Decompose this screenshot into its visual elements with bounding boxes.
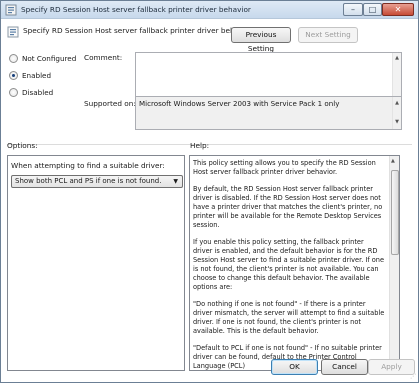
scroll-up-icon[interactable]: ▲ [393,99,401,108]
scroll-thumb[interactable] [391,170,399,255]
dropdown-value: Show both PCL and PS if one is not found… [15,177,162,185]
options-pane: When attempting to find a suitable drive… [7,155,185,371]
help-scrollbar[interactable]: ▲ ▼ [389,156,399,370]
radio-button[interactable] [9,54,18,63]
driver-behavior-dropdown[interactable]: Show both PCL and PS if one is not found… [11,175,183,188]
radio-enabled[interactable]: Enabled [9,71,51,80]
resize-grip-icon[interactable]: ⋰ [410,373,416,380]
supported-on-value: Microsoft Windows Server 2003 with Servi… [139,99,340,108]
radio-label: Enabled [22,71,52,80]
help-paragraph: This policy setting allows you to specif… [193,159,376,176]
ok-button[interactable]: OK [271,359,318,375]
radio-button[interactable] [9,88,18,97]
next-setting-button[interactable]: Next Setting [298,27,358,43]
supported-scrollbar[interactable]: ▲ ▼ [392,97,401,129]
maximize-button[interactable]: □ [363,3,382,16]
driver-prompt: When attempting to find a suitable drive… [11,161,165,170]
scroll-up-icon[interactable]: ▲ [391,158,395,164]
setting-icon [7,26,19,40]
cancel-button[interactable]: Cancel [321,359,368,375]
policy-editor-window: Specify RD Session Host server fallback … [0,0,419,383]
help-text: This policy setting allows you to specif… [190,156,399,370]
radio-not-configured[interactable]: Not Configured [9,54,76,63]
options-label: Options: [7,141,38,150]
dialog-body: Specify RD Session Host server fallback … [1,19,418,382]
window-title: Specify RD Session Host server fallback … [21,5,251,14]
section-divider [7,144,412,145]
help-paragraph: "Do nothing if one is not found" - If th… [193,300,385,335]
help-label: Help: [190,141,210,150]
policy-icon [5,4,17,18]
radio-disabled[interactable]: Disabled [9,88,53,97]
comment-label: Comment: [84,53,123,62]
policy-title: Specify RD Session Host server fallback … [23,26,253,35]
chevron-down-icon[interactable]: ▼ [173,176,178,187]
scroll-up-icon[interactable]: ▲ [393,55,401,61]
supported-on-label: Supported on: [84,99,136,108]
scroll-down-icon[interactable]: ▼ [393,118,401,127]
help-pane: This policy setting allows you to specif… [189,155,400,371]
supported-on-field: Microsoft Windows Server 2003 with Servi… [135,96,402,130]
apply-button[interactable]: Apply [368,359,415,375]
minimize-button[interactable]: – [343,3,363,16]
help-paragraph: If you enable this policy setting, the f… [193,238,385,291]
close-button[interactable]: ✕ [382,3,414,16]
previous-setting-button[interactable]: Previous Setting [231,27,291,53]
radio-label: Disabled [22,88,54,97]
radio-button[interactable] [9,71,18,80]
help-paragraph: By default, the RD Session Host server f… [193,185,383,229]
title-bar[interactable]: Specify RD Session Host server fallback … [1,1,418,19]
radio-label: Not Configured [22,54,77,63]
